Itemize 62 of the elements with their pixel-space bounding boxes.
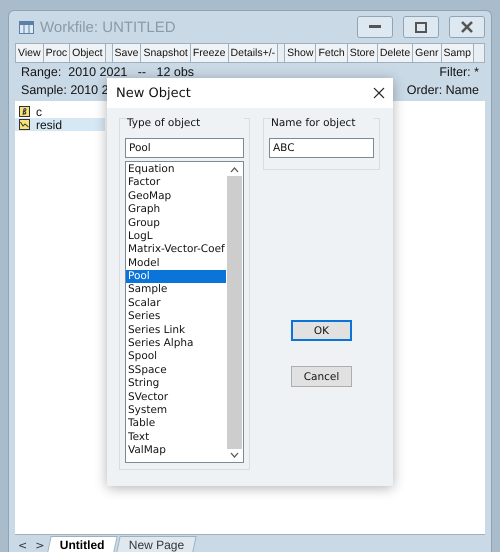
range-text: Range: 2010 2021 -- 12 obs [21, 65, 194, 81]
scroll-up-icon[interactable] [230, 166, 239, 174]
page-tab[interactable]: Untitled [48, 536, 118, 552]
list-item[interactable]: LogL [126, 230, 226, 244]
list-item[interactable]: ValMap [126, 444, 226, 458]
order-text: Order: Name [406, 83, 479, 99]
type-field[interactable]: Pool [125, 138, 244, 158]
maximize-icon[interactable] [415, 22, 427, 32]
toolbar-button[interactable]: Freeze [190, 44, 229, 62]
list-item[interactable]: Equation [126, 162, 226, 176]
name-field[interactable]: ABC [269, 138, 374, 158]
toolbar-button[interactable]: Fetch [316, 44, 348, 62]
list-item[interactable]: Spool [126, 350, 226, 364]
minimize-icon[interactable] [369, 25, 381, 29]
toolbar-button[interactable]: Genr [413, 44, 442, 62]
list-item[interactable]: Series Alpha [126, 337, 226, 350]
list-item[interactable]: Graph [126, 203, 226, 216]
close-icon[interactable] [373, 87, 385, 99]
filter-text: Filter: * [439, 65, 479, 81]
toolbar-button[interactable]: Delete [378, 44, 414, 62]
list-item[interactable]: Sample [126, 283, 226, 297]
object-row[interactable]: c [15, 105, 105, 118]
list-item[interactable]: Table [126, 417, 226, 431]
page-tab[interactable]: New Page [116, 536, 198, 552]
list-item[interactable]: SVector [126, 390, 226, 404]
toolbar-button[interactable]: View [16, 44, 44, 62]
close-icon[interactable] [460, 21, 474, 33]
toolbar-button[interactable]: Snapshot [141, 44, 191, 62]
page-scroll-arrow[interactable]: < [15, 539, 30, 552]
window-title: Workfile: UNTITLED [40, 18, 177, 36]
dialog-title: New Object [116, 86, 191, 100]
group-label: Type of object [127, 117, 244, 129]
list-item[interactable]: Group [126, 216, 226, 230]
list-item[interactable]: Scalar [126, 296, 226, 310]
toolbar-button[interactable]: Proc [44, 44, 70, 62]
list-item[interactable]: System [126, 404, 226, 418]
list-item[interactable]: Model [126, 256, 226, 270]
list-item[interactable]: Text [126, 430, 226, 444]
scroll-thumb[interactable] [227, 176, 242, 449]
list-item[interactable]: String [126, 377, 226, 391]
page-scroll-arrow[interactable]: > [32, 539, 48, 552]
group-label: Name for object [271, 117, 374, 129]
toolbar-button[interactable]: Samp [442, 44, 474, 62]
list-item[interactable]: Factor [126, 176, 226, 190]
scroll-down-icon[interactable] [230, 451, 239, 459]
dialog-button[interactable]: Cancel [291, 366, 352, 387]
toolbar-button[interactable]: Object [70, 44, 106, 62]
dialog-button[interactable]: OK [291, 320, 352, 341]
list-item[interactable]: Series Link [126, 324, 226, 338]
list-item[interactable]: SSpace [126, 364, 226, 378]
list-item[interactable]: Matrix-Vector-Coef [126, 243, 226, 257]
series-icon [19, 119, 30, 130]
list-item[interactable]: Pool [126, 270, 226, 284]
coefficient-icon [19, 106, 30, 117]
toolbar-button[interactable]: Details+/- [228, 44, 278, 62]
object-row[interactable]: resid [15, 118, 105, 131]
toolbar-button[interactable]: Show [285, 44, 316, 62]
toolbar-button[interactable]: Store [348, 44, 378, 62]
workfile-icon [19, 20, 34, 34]
list-item[interactable]: Series [126, 310, 226, 324]
toolbar-button[interactable]: Save [112, 44, 142, 62]
list-item[interactable]: GeoMap [126, 190, 226, 204]
